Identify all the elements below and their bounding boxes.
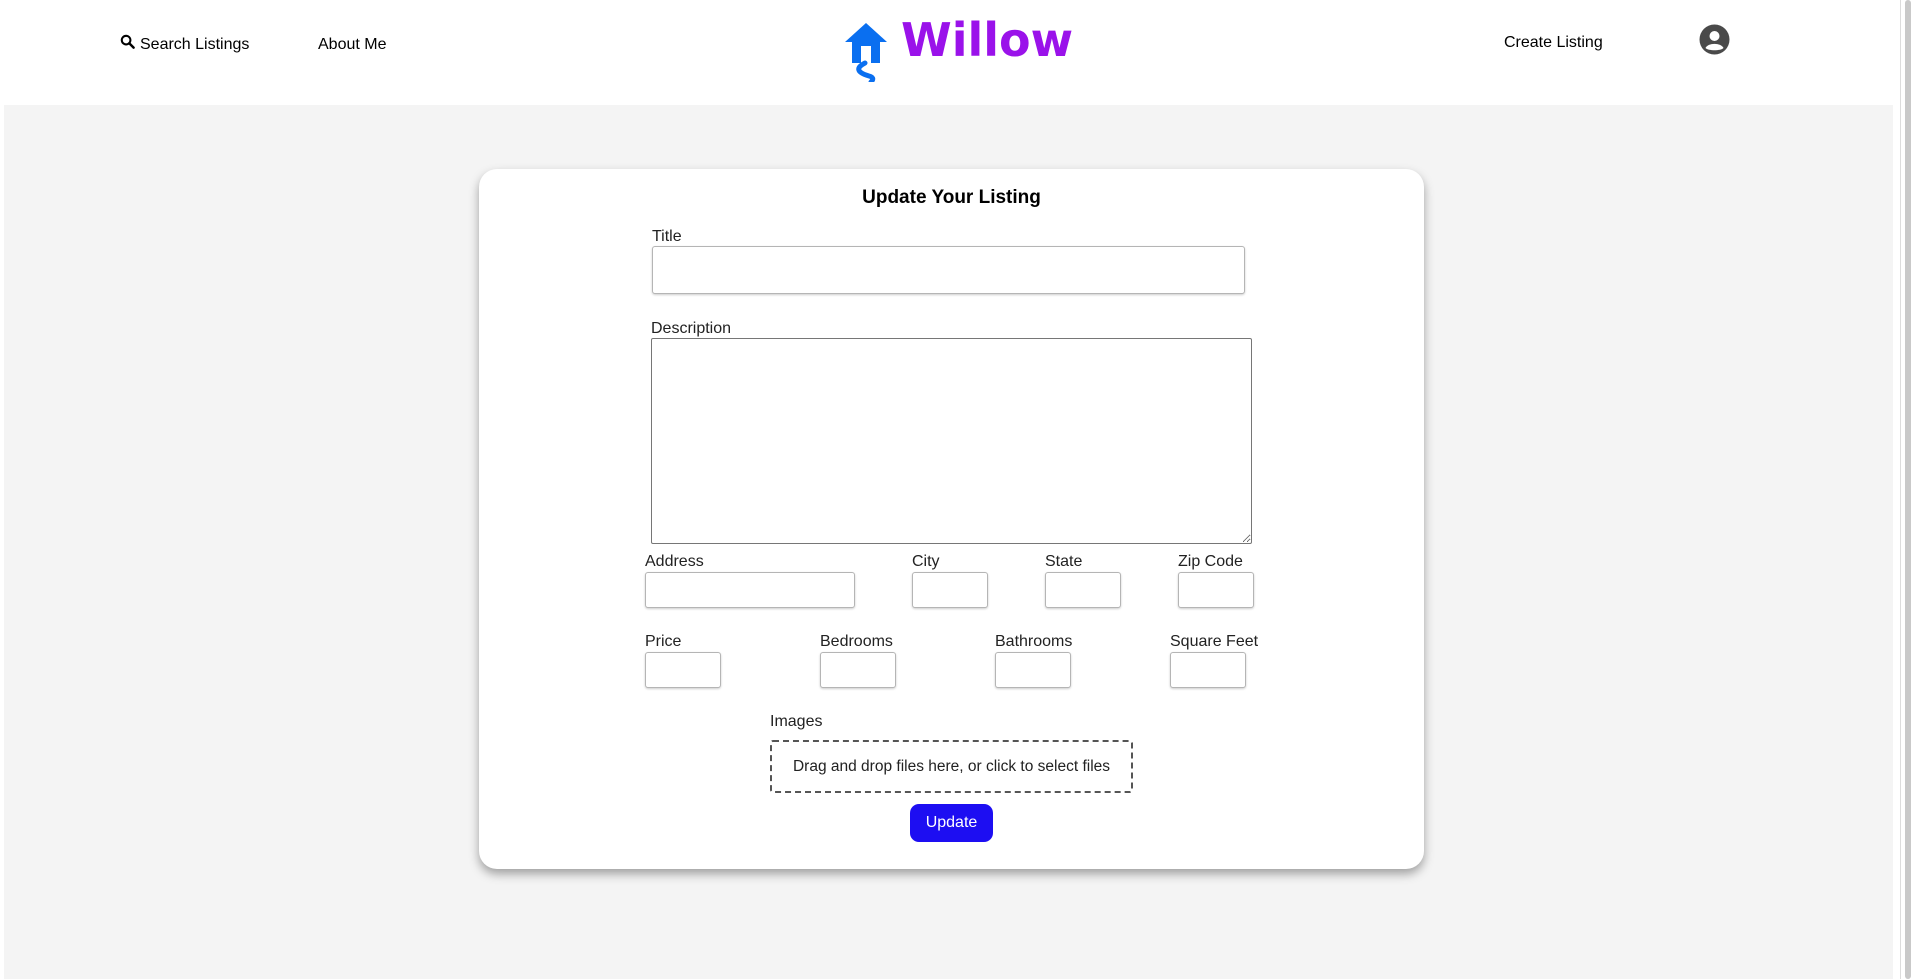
address-input[interactable]	[645, 572, 855, 608]
brand-logo[interactable]: Willow	[843, 12, 1074, 85]
square-feet-label: Square Feet	[1170, 633, 1259, 650]
bathrooms-label: Bathrooms	[995, 633, 1073, 650]
top-navigation: Search Listings About Me Willow Create L…	[0, 0, 1900, 105]
bedrooms-label: Bedrooms	[820, 633, 893, 650]
search-listings-link[interactable]: Search Listings	[120, 34, 249, 55]
city-label: City	[912, 553, 940, 570]
description-label: Description	[651, 320, 732, 337]
title-input[interactable]	[652, 246, 1245, 294]
form-title: Update Your Listing	[862, 187, 1041, 208]
update-listing-form: Update Your Listing Title Description Ad…	[479, 169, 1424, 869]
images-label: Images	[770, 713, 823, 730]
bedrooms-input[interactable]	[820, 652, 896, 688]
price-input[interactable]	[645, 652, 721, 688]
about-me-link[interactable]: About Me	[318, 35, 386, 55]
vertical-scrollbar[interactable]	[1900, 0, 1916, 979]
zip-code-input[interactable]	[1178, 572, 1254, 608]
house-tree-logo-icon	[843, 20, 889, 85]
zip-code-label: Zip Code	[1178, 553, 1243, 570]
image-dropzone[interactable]: Drag and drop files here, or click to se…	[770, 740, 1133, 793]
dropzone-text: Drag and drop files here, or click to se…	[792, 757, 1111, 775]
brand-name: Willow	[901, 13, 1074, 67]
square-feet-input[interactable]	[1170, 652, 1246, 688]
scrollbar-thumb[interactable]	[1905, 0, 1911, 979]
update-button[interactable]: Update	[910, 804, 993, 842]
title-label: Title	[652, 228, 682, 245]
price-label: Price	[645, 633, 682, 650]
description-textarea[interactable]	[651, 338, 1252, 544]
bathrooms-input[interactable]	[995, 652, 1071, 688]
user-avatar-icon[interactable]	[1699, 24, 1730, 55]
search-listings-label: Search Listings	[140, 35, 250, 53]
city-input[interactable]	[912, 572, 988, 608]
address-label: Address	[645, 553, 704, 570]
create-listing-link[interactable]: Create Listing	[1504, 33, 1603, 53]
search-icon	[120, 34, 135, 55]
state-label: State	[1045, 553, 1083, 570]
state-input[interactable]	[1045, 572, 1121, 608]
